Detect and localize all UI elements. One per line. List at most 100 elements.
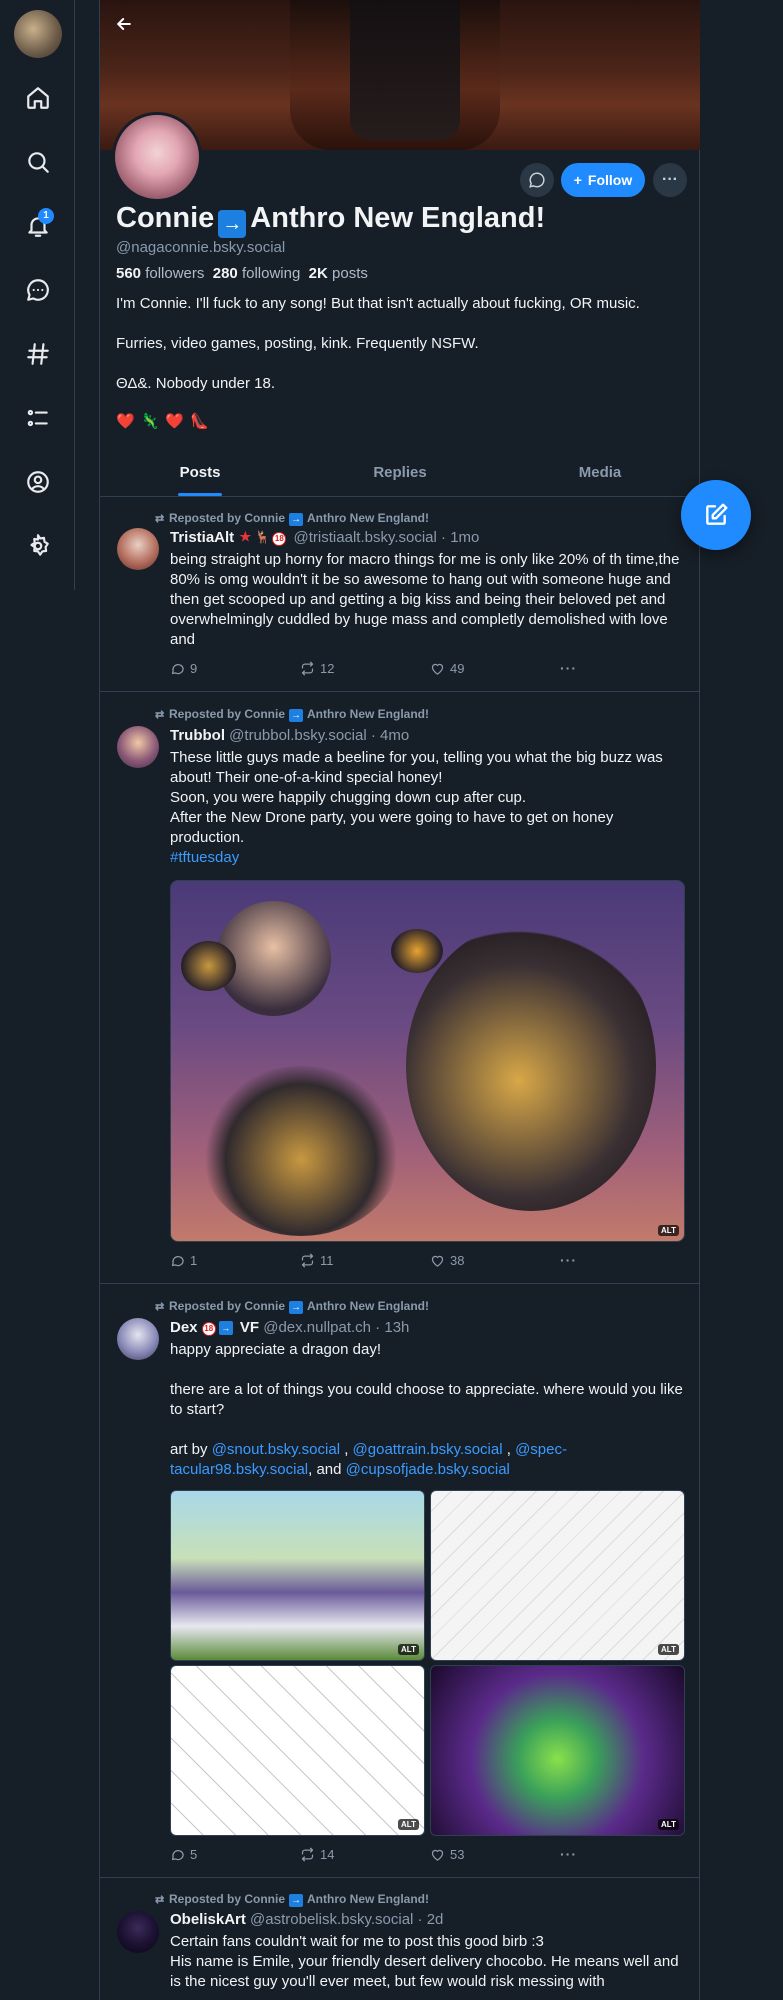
like-button[interactable]: 49 xyxy=(430,658,560,678)
deer-icon: 🦌 xyxy=(255,530,271,544)
post-time[interactable]: 4mo xyxy=(380,727,409,744)
ellipsis-icon: ··· xyxy=(560,1252,577,1268)
grid-image[interactable]: ALT xyxy=(170,1490,425,1661)
reply-button[interactable]: 5 xyxy=(170,1844,300,1864)
repost-indicator[interactable]: ⇄ Reposted by Connie → Anthro New England! xyxy=(155,511,429,526)
hashtag-icon[interactable] xyxy=(22,338,54,370)
repost-indicator[interactable]: ⇄ Reposted by Connie → Anthro New England! xyxy=(155,707,429,722)
list-icon[interactable] xyxy=(22,402,54,434)
post[interactable]: ⇄ Reposted by Connie → Anthro New England! … xyxy=(100,692,700,1284)
like-button[interactable]: 53 xyxy=(430,1844,560,1864)
repost-icon: ⇄ xyxy=(155,1301,165,1313)
post[interactable]: ⇄ Reposted by Connie → Anthro New England! … xyxy=(100,498,700,692)
followers-link[interactable]: 560 followers xyxy=(116,265,204,282)
message-button[interactable] xyxy=(520,163,554,197)
reply-button[interactable]: 1 xyxy=(170,1250,300,1270)
ellipsis-icon: ··· xyxy=(560,660,577,676)
post-more-button[interactable]: ··· xyxy=(560,1844,600,1864)
settings-icon[interactable] xyxy=(22,530,54,562)
hashtag-link[interactable]: #tftuesday xyxy=(170,848,685,868)
post-text: happy appreciate a dragon day! there are… xyxy=(170,1341,683,1478)
display-name: Connie → Anthro New England! xyxy=(116,202,545,238)
post-header: ObeliskArt @astrobelisk.bsky.social · 2d xyxy=(170,1911,444,1928)
follow-button[interactable]: + Follow xyxy=(561,163,645,197)
post-image[interactable]: ALT xyxy=(170,880,685,1242)
repost-button[interactable]: 14 xyxy=(300,1844,430,1864)
profile-avatar[interactable] xyxy=(112,112,202,202)
adult-badge-icon: 18 xyxy=(272,532,287,546)
mention-link[interactable]: @goattrain.bsky.social xyxy=(353,1441,503,1458)
notification-badge: 1 xyxy=(38,208,54,224)
mention-link[interactable]: @cupsofjade.bsky.social xyxy=(346,1461,510,1478)
profile-icon[interactable] xyxy=(22,466,54,498)
author-name[interactable]: TristiaAlt xyxy=(170,529,234,546)
arrow-right-icon: → xyxy=(289,1894,304,1907)
back-button[interactable] xyxy=(108,8,140,40)
post-time[interactable]: 13h xyxy=(384,1319,409,1336)
author-handle[interactable]: @trubbol.bsky.social xyxy=(229,727,367,744)
like-button[interactable]: 38 xyxy=(430,1250,560,1270)
tab-replies[interactable]: Replies xyxy=(300,455,500,496)
repost-icon: ⇄ xyxy=(155,1894,165,1906)
alt-badge[interactable]: ALT xyxy=(658,1225,679,1236)
reply-button[interactable]: 9 xyxy=(170,658,300,678)
arrow-right-icon: → xyxy=(289,1301,304,1314)
repost-icon xyxy=(301,661,314,675)
avatar[interactable] xyxy=(117,726,159,768)
author-name[interactable]: ObeliskArt xyxy=(170,1911,246,1928)
more-options-button[interactable]: ··· xyxy=(653,163,687,197)
plus-icon: + xyxy=(573,172,582,188)
main-column: + Follow ··· Connie → Anthro New England! … xyxy=(99,0,700,2000)
heart-icon xyxy=(431,663,444,675)
repost-button[interactable]: 11 xyxy=(300,1250,430,1270)
avatar[interactable] xyxy=(117,528,159,570)
grid-image[interactable]: ALT xyxy=(170,1665,425,1836)
post[interactable]: ⇄ Reposted by Connie → Anthro New England! … xyxy=(100,1284,700,1878)
tab-media[interactable]: Media xyxy=(500,455,700,496)
post-time[interactable]: 2d xyxy=(427,1911,444,1928)
search-icon[interactable] xyxy=(22,146,54,178)
arrow-left-icon xyxy=(117,18,131,30)
repost-indicator[interactable]: ⇄ Reposted by Connie → Anthro New England! xyxy=(155,1892,429,1907)
repost-button[interactable]: 12 xyxy=(300,658,430,678)
tab-posts[interactable]: Posts xyxy=(100,455,300,496)
author-handle[interactable]: @tristiaalt.bsky.social xyxy=(294,529,437,546)
post-more-button[interactable]: ··· xyxy=(560,1250,600,1270)
mention-link[interactable]: @snout.bsky.social xyxy=(212,1441,340,1458)
image-figure xyxy=(406,921,656,1211)
post-more-button[interactable]: ··· xyxy=(560,658,600,678)
home-icon[interactable] xyxy=(22,82,54,114)
compose-post-button[interactable] xyxy=(681,480,751,550)
heart-icon xyxy=(431,1255,444,1267)
image-figure xyxy=(181,941,236,991)
arrow-right-icon: → xyxy=(289,513,304,526)
following-link[interactable]: 280 following xyxy=(213,265,301,282)
profile-stats: 560 followers 280 following 2K posts xyxy=(116,265,368,282)
image-figure xyxy=(391,929,443,973)
repost-indicator[interactable]: ⇄ Reposted by Connie → Anthro New England! xyxy=(155,1299,429,1314)
author-name[interactable]: Dex xyxy=(170,1319,198,1336)
arrow-icon: → xyxy=(218,1321,233,1335)
author-handle[interactable]: @dex.nullpat.ch xyxy=(263,1319,371,1336)
reply-icon xyxy=(171,1255,184,1266)
post-text: Certain fans couldn't wait for me to pos… xyxy=(170,1933,679,1990)
image-grid: ALT ALT ALT ALT xyxy=(170,1490,685,1836)
repost-icon xyxy=(301,1253,314,1267)
author-name[interactable]: Trubbol xyxy=(170,727,225,744)
compose-icon xyxy=(706,503,728,525)
avatar[interactable] xyxy=(117,1911,159,1953)
arrow-right-icon: → xyxy=(218,210,247,238)
bio-line: ΘΔ&. Nobody under 18. xyxy=(116,375,276,392)
avatar[interactable] xyxy=(117,1318,159,1360)
repost-icon: ⇄ xyxy=(155,709,165,721)
chat-bubble-icon xyxy=(529,172,545,188)
post-time[interactable]: 1mo xyxy=(450,529,479,546)
grid-image[interactable]: ALT xyxy=(430,1490,685,1661)
chat-icon[interactable] xyxy=(22,274,54,306)
grid-image[interactable]: ALT xyxy=(430,1665,685,1836)
my-avatar[interactable] xyxy=(14,10,62,58)
bell-icon[interactable]: 1 xyxy=(22,208,54,242)
post[interactable]: ⇄ Reposted by Connie → Anthro New England! … xyxy=(100,1878,700,2000)
profile-bio: I'm Connie. I'll fuck to any song! But t… xyxy=(116,294,686,414)
author-handle[interactable]: @astrobelisk.bsky.social xyxy=(250,1911,413,1928)
